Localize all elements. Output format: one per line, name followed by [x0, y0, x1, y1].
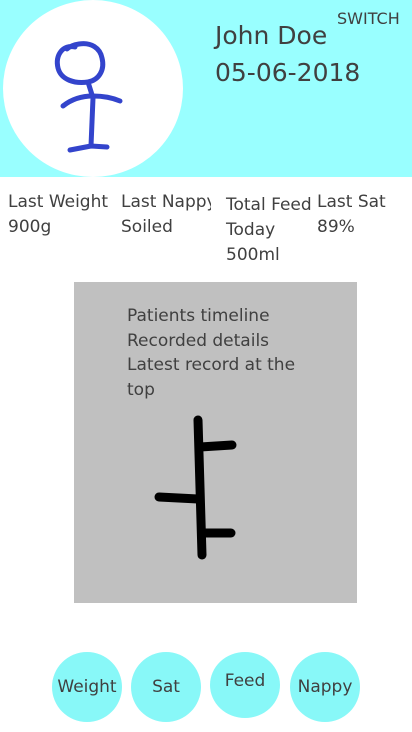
stat-value: Soiled: [121, 217, 173, 237]
stat-value: 89%: [317, 217, 355, 237]
patient-name: John Doe: [215, 21, 328, 50]
stat-last-sat: Last Sat 89%: [317, 190, 386, 240]
stick-figure-icon: [54, 41, 123, 153]
sat-button-label: Sat: [152, 677, 180, 697]
record-date: 05-06-2018: [215, 58, 361, 87]
weight-button[interactable]: Weight: [52, 652, 122, 722]
stat-label: Total Feed: [226, 195, 312, 215]
stat-label: Last Nappy: [121, 192, 211, 212]
stat-total-feed: Total Feed Today 500ml: [226, 193, 312, 268]
stat-last-weight: Last Weight 900g: [8, 190, 108, 240]
sat-button[interactable]: Sat: [131, 652, 201, 722]
nappy-button-label: Nappy: [297, 677, 353, 697]
profile-header: John Doe 05-06-2018 SWITCH: [0, 0, 412, 177]
feed-button-label: Feed: [224, 671, 266, 691]
stat-label: Last Sat: [317, 192, 386, 212]
switch-button[interactable]: SWITCH: [337, 9, 400, 29]
feed-button[interactable]: Feed: [210, 652, 280, 718]
stat-last-nappy: Last Nappy Soiled: [121, 190, 211, 240]
nappy-button[interactable]: Nappy: [290, 652, 360, 722]
avatar[interactable]: [3, 0, 183, 177]
stat-value: 900g: [8, 217, 52, 237]
weight-button-label: Weight: [57, 677, 117, 697]
stat-label: Last Weight: [8, 192, 109, 212]
timeline-sketch-icon: [154, 415, 237, 560]
stat-value: 500ml: [226, 245, 280, 265]
patient-timeline[interactable]: Patients timeline Recorded details Lates…: [74, 282, 357, 603]
stat-label-line2: Today: [226, 220, 276, 240]
